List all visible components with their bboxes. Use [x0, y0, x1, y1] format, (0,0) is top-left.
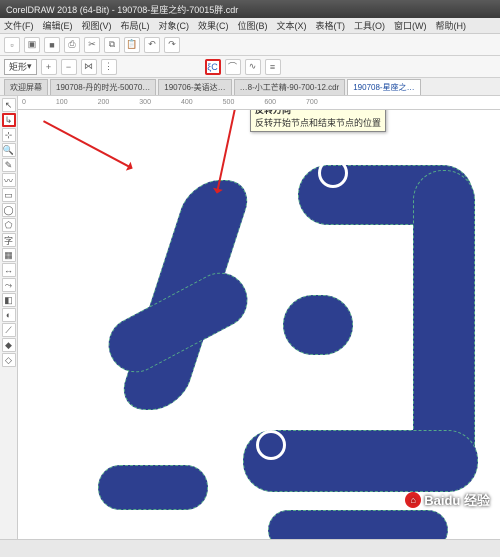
cut-icon[interactable]: ✂	[84, 37, 100, 53]
freehand-tool-icon[interactable]: ✎	[2, 158, 16, 172]
connector-tool-icon[interactable]: ⤳	[2, 278, 16, 292]
reverse-direction-button[interactable]: ξC	[205, 59, 221, 75]
tooltip: 反转方向 反转开始节点和结束节点的位置	[250, 110, 386, 132]
tab-doc-1[interactable]: 190708-丹的时光-50070…	[50, 79, 156, 95]
artistic-tool-icon[interactable]: 〰	[2, 173, 16, 187]
watermark: ⌂ Baidu 经验	[405, 490, 490, 509]
shape-tool-icon[interactable]: ↳	[2, 113, 16, 127]
menu-edit[interactable]: 编辑(E)	[43, 19, 73, 32]
toolbar-main: ▫ ▣ ■ ⎙ ✂ ⧉ 📋 ↶ ↷	[0, 34, 500, 56]
polygon-tool-icon[interactable]: ⬠	[2, 218, 16, 232]
menu-text[interactable]: 文本(X)	[277, 19, 307, 32]
align-icon[interactable]: ≡	[265, 59, 281, 75]
status-bar	[0, 539, 500, 557]
table-tool-icon[interactable]: ▦	[2, 248, 16, 262]
save-icon[interactable]: ■	[44, 37, 60, 53]
menu-bar: 文件(F) 编辑(E) 视图(V) 布局(L) 对象(C) 效果(C) 位图(B…	[0, 18, 500, 34]
node-add-icon[interactable]: +	[41, 59, 57, 75]
glyph-stroke-6[interactable]	[283, 295, 353, 355]
redo-icon[interactable]: ↷	[164, 37, 180, 53]
tab-doc-active[interactable]: 190708-星座之…	[347, 79, 420, 95]
undo-icon[interactable]: ↶	[144, 37, 160, 53]
convert-curve-icon[interactable]: ∿	[245, 59, 261, 75]
convert-line-icon[interactable]: ⌒	[225, 59, 241, 75]
menu-view[interactable]: 视图(V)	[82, 19, 112, 32]
shape-combo[interactable]: 矩形 ▾	[4, 59, 37, 75]
node-circle-2	[318, 158, 348, 188]
dimension-tool-icon[interactable]: ↔	[2, 263, 16, 277]
menu-object[interactable]: 对象(C)	[159, 19, 190, 32]
canvas[interactable]: 反转方向 反转开始节点和结束节点的位置	[18, 110, 500, 539]
menu-help[interactable]: 帮助(H)	[436, 19, 467, 32]
property-bar: 矩形 ▾ + − ⋈ ⋮ ξC ⌒ ∿ ≡	[0, 56, 500, 78]
pick-tool-icon[interactable]: ↖	[2, 98, 16, 112]
print-icon[interactable]: ⎙	[64, 37, 80, 53]
menu-tools[interactable]: 工具(O)	[354, 19, 385, 32]
open-icon[interactable]: ▣	[24, 37, 40, 53]
node-join-icon[interactable]: ⋈	[81, 59, 97, 75]
tab-doc-3[interactable]: …8-小工芒精-90-700-12.cdr	[234, 79, 346, 95]
annotation-arrow-1	[43, 120, 132, 169]
node-break-icon[interactable]: ⋮	[101, 59, 117, 75]
paste-icon[interactable]: 📋	[124, 37, 140, 53]
crop-tool-icon[interactable]: ⊹	[2, 128, 16, 142]
menu-effect[interactable]: 效果(C)	[198, 19, 229, 32]
ellipse-tool-icon[interactable]: ◯	[2, 203, 16, 217]
baidu-paw-icon: ⌂	[405, 492, 421, 508]
document-tabs: 欢迎屏幕 190708-丹的时光-50070… 190706-美语达… …8-小…	[0, 78, 500, 96]
menu-file[interactable]: 文件(F)	[4, 19, 34, 32]
menu-window[interactable]: 窗口(W)	[394, 19, 427, 32]
ruler-horizontal: 0 100 200 300 400 500 600 700	[18, 96, 500, 110]
menu-layout[interactable]: 布局(L)	[121, 19, 150, 32]
new-icon[interactable]: ▫	[4, 37, 20, 53]
work-area: ↖ ↳ ⊹ 🔍 ✎ 〰 ▭ ◯ ⬠ 字 ▦ ↔ ⤳ ◧ ◐ ⟋ ◆ ◇ 0 10…	[0, 96, 500, 539]
node-circle-3	[256, 430, 286, 460]
title-bar: CorelDRAW 2018 (64-Bit) - 190708-星座之约-70…	[0, 0, 500, 18]
zoom-tool-icon[interactable]: 🔍	[2, 143, 16, 157]
tooltip-desc: 反转开始节点和结束节点的位置	[255, 116, 381, 129]
rectangle-tool-icon[interactable]: ▭	[2, 188, 16, 202]
eyedropper-tool-icon[interactable]: ⟋	[2, 323, 16, 337]
fill-tool-icon[interactable]: ◆	[2, 338, 16, 352]
menu-bitmap[interactable]: 位图(B)	[238, 19, 268, 32]
text-tool-icon[interactable]: 字	[2, 233, 16, 247]
menu-table[interactable]: 表格(T)	[316, 19, 346, 32]
app-title: CorelDRAW 2018 (64-Bit) - 190708-星座之约-70…	[6, 3, 238, 16]
dropshadow-tool-icon[interactable]: ◧	[2, 293, 16, 307]
tab-welcome[interactable]: 欢迎屏幕	[4, 79, 48, 95]
node-circle-1	[118, 278, 148, 308]
toolbox: ↖ ↳ ⊹ 🔍 ✎ 〰 ▭ ◯ ⬠ 字 ▦ ↔ ⤳ ◧ ◐ ⟋ ◆ ◇	[0, 96, 18, 539]
copy-icon[interactable]: ⧉	[104, 37, 120, 53]
node-del-icon[interactable]: −	[61, 59, 77, 75]
canvas-wrap: 0 100 200 300 400 500 600 700 反转方向	[18, 96, 500, 539]
outline-tool-icon[interactable]: ◇	[2, 353, 16, 367]
transparency-tool-icon[interactable]: ◐	[2, 308, 16, 322]
tab-doc-2[interactable]: 190706-美语达…	[158, 79, 231, 95]
glyph-stroke-7[interactable]	[98, 465, 208, 510]
